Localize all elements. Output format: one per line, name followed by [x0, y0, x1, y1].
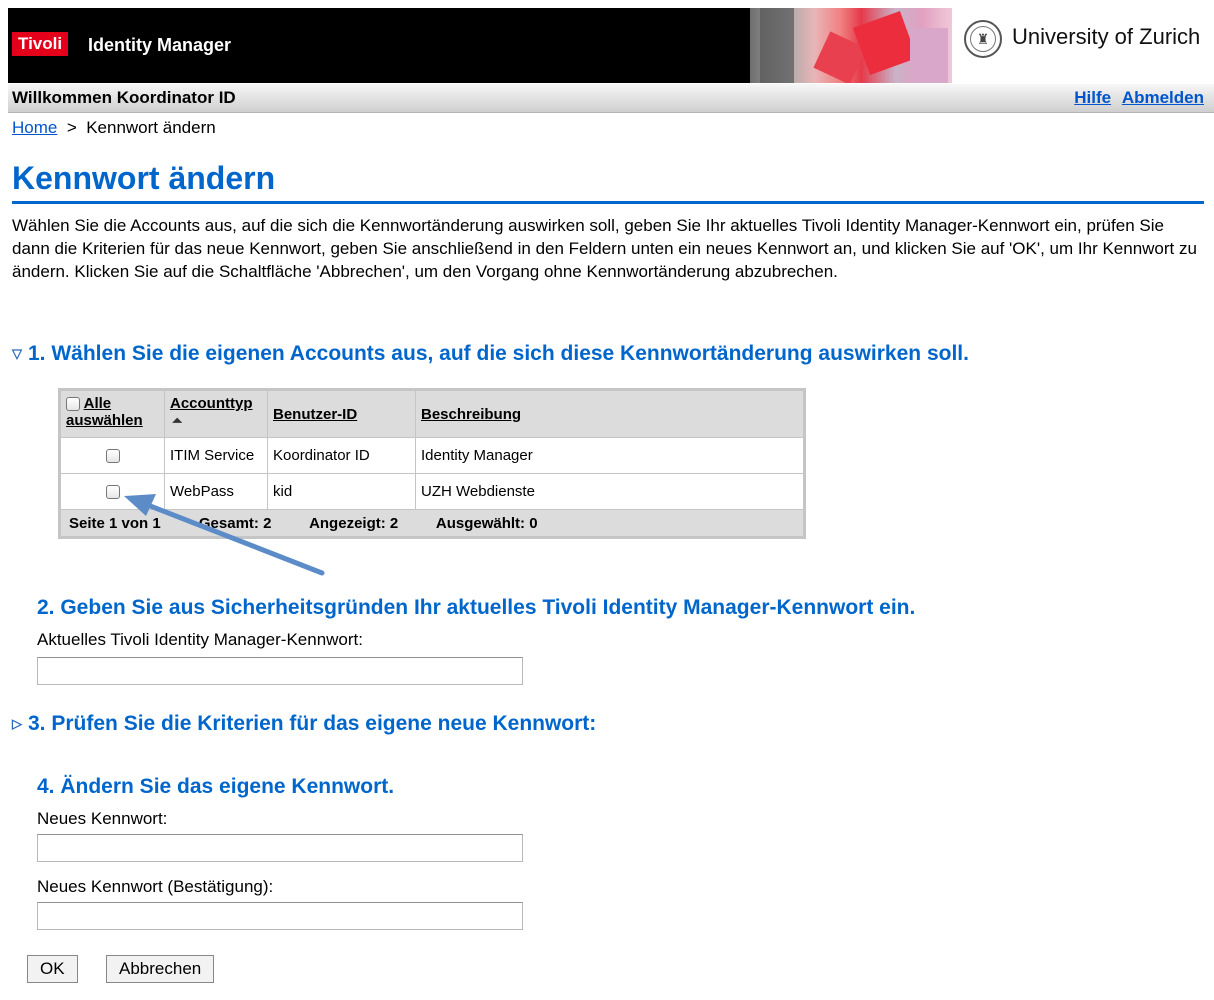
current-password-field[interactable]	[37, 657, 523, 685]
table-row: WebPass kid UZH Webdienste	[59, 473, 805, 510]
header-banner-image	[750, 8, 952, 83]
breadcrumb-separator: >	[66, 118, 77, 137]
new-password-field[interactable]	[37, 834, 523, 862]
description-cell: Identity Manager	[415, 437, 805, 474]
logout-link[interactable]: Abmelden	[1122, 88, 1204, 107]
shown-count: Angezeigt: 2	[309, 514, 399, 532]
select-all-checkbox[interactable]	[66, 397, 80, 412]
table-footer-row: Seite 1 von 1 Gesamt: 2 Angezeigt: 2 Aus…	[59, 509, 805, 538]
breadcrumb: Home > Kennwort ändern	[12, 118, 216, 138]
help-link[interactable]: Hilfe	[1074, 88, 1111, 107]
sort-ascending-icon[interactable]: ⏶	[172, 413, 182, 429]
intro-text: Wählen Sie die Accounts aus, auf die sic…	[12, 216, 1197, 281]
confirm-password-label: Neues Kennwort (Bestätigung):	[37, 877, 274, 896]
welcome-bar: Willkommen Koordinator ID Hilfe Abmelden	[8, 84, 1214, 113]
account-type-cell: ITIM Service	[164, 437, 268, 474]
top-banner: Tivoli Identity Manager ♜ University of …	[8, 8, 1214, 83]
user-id-header[interactable]: Benutzer-ID	[267, 389, 416, 438]
account-type-header[interactable]: Accounttyp ⏶	[164, 389, 268, 438]
description-header[interactable]: Beschreibung	[415, 389, 805, 438]
account-type-cell: WebPass	[164, 473, 268, 510]
university-seal-icon: ♜	[964, 20, 1002, 58]
tivoli-logo: Tivoli	[12, 32, 69, 56]
product-name: Identity Manager	[88, 35, 232, 55]
user-id-sort-link[interactable]: Benutzer-ID	[273, 406, 357, 423]
total-count: Gesamt: 2	[198, 514, 272, 532]
page-title: Kennwort ändern	[12, 160, 1204, 204]
row-select-cell	[59, 473, 165, 510]
user-id-cell: kid	[267, 473, 416, 510]
confirm-password-field[interactable]	[37, 902, 523, 930]
table-header-row: Alle auswählen Accounttyp ⏶ Benutzer-ID …	[59, 389, 805, 438]
section-2-title: 2. Geben Sie aus Sicherheitsgründen Ihr …	[37, 596, 916, 619]
cancel-button[interactable]: Abbrechen	[106, 955, 215, 983]
section-4-title: 4. Ändern Sie das eigene Kennwort.	[37, 775, 395, 798]
new-password-label: Neues Kennwort:	[37, 809, 168, 828]
accounts-table: Alle auswählen Accounttyp ⏶ Benutzer-ID …	[58, 388, 806, 539]
section-1-header[interactable]: ▽ 1. Wählen Sie die eigenen Accounts aus,…	[12, 342, 969, 366]
header-links: Hilfe Abmelden	[1068, 88, 1204, 108]
description-cell: UZH Webdienste	[415, 473, 805, 510]
expanded-twisty-icon[interactable]: ▽	[12, 346, 22, 362]
account-type-sort-link[interactable]: Accounttyp	[170, 395, 253, 412]
current-password-label: Aktuelles Tivoli Identity Manager-Kennwo…	[37, 630, 363, 649]
university-name: University of Zurich	[1012, 24, 1201, 49]
selected-count: Ausgewählt: 0	[435, 514, 538, 532]
row-select-cell	[59, 437, 165, 474]
page-indicator: Seite 1 von 1	[69, 514, 161, 532]
row-checkbox[interactable]	[105, 485, 120, 500]
select-all-link-2[interactable]: auswählen	[66, 412, 143, 429]
university-branding: ♜ University of Zurich	[952, 8, 1214, 83]
breadcrumb-current: Kennwort ändern	[86, 118, 216, 137]
collapsed-twisty-icon[interactable]: ▷	[12, 716, 22, 732]
user-id-cell: Koordinator ID	[267, 437, 416, 474]
section-3-title: 3. Prüfen Sie die Kriterien für das eige…	[28, 712, 597, 735]
table-footer: Seite 1 von 1 Gesamt: 2 Angezeigt: 2 Aus…	[59, 509, 805, 538]
description-sort-link[interactable]: Beschreibung	[421, 406, 521, 423]
row-checkbox[interactable]	[105, 449, 120, 464]
select-all-header: Alle auswählen	[59, 389, 165, 438]
section-3-header[interactable]: ▷ 3. Prüfen Sie die Kriterien für das eig…	[12, 712, 596, 736]
welcome-text: Willkommen Koordinator ID	[12, 88, 236, 107]
select-all-link[interactable]: Alle	[84, 395, 112, 412]
section-1-title: 1. Wählen Sie die eigenen Accounts aus, …	[28, 342, 969, 365]
table-row: ITIM Service Koordinator ID Identity Man…	[59, 437, 805, 474]
breadcrumb-home-link[interactable]: Home	[12, 118, 57, 137]
ok-button[interactable]: OK	[27, 955, 78, 983]
